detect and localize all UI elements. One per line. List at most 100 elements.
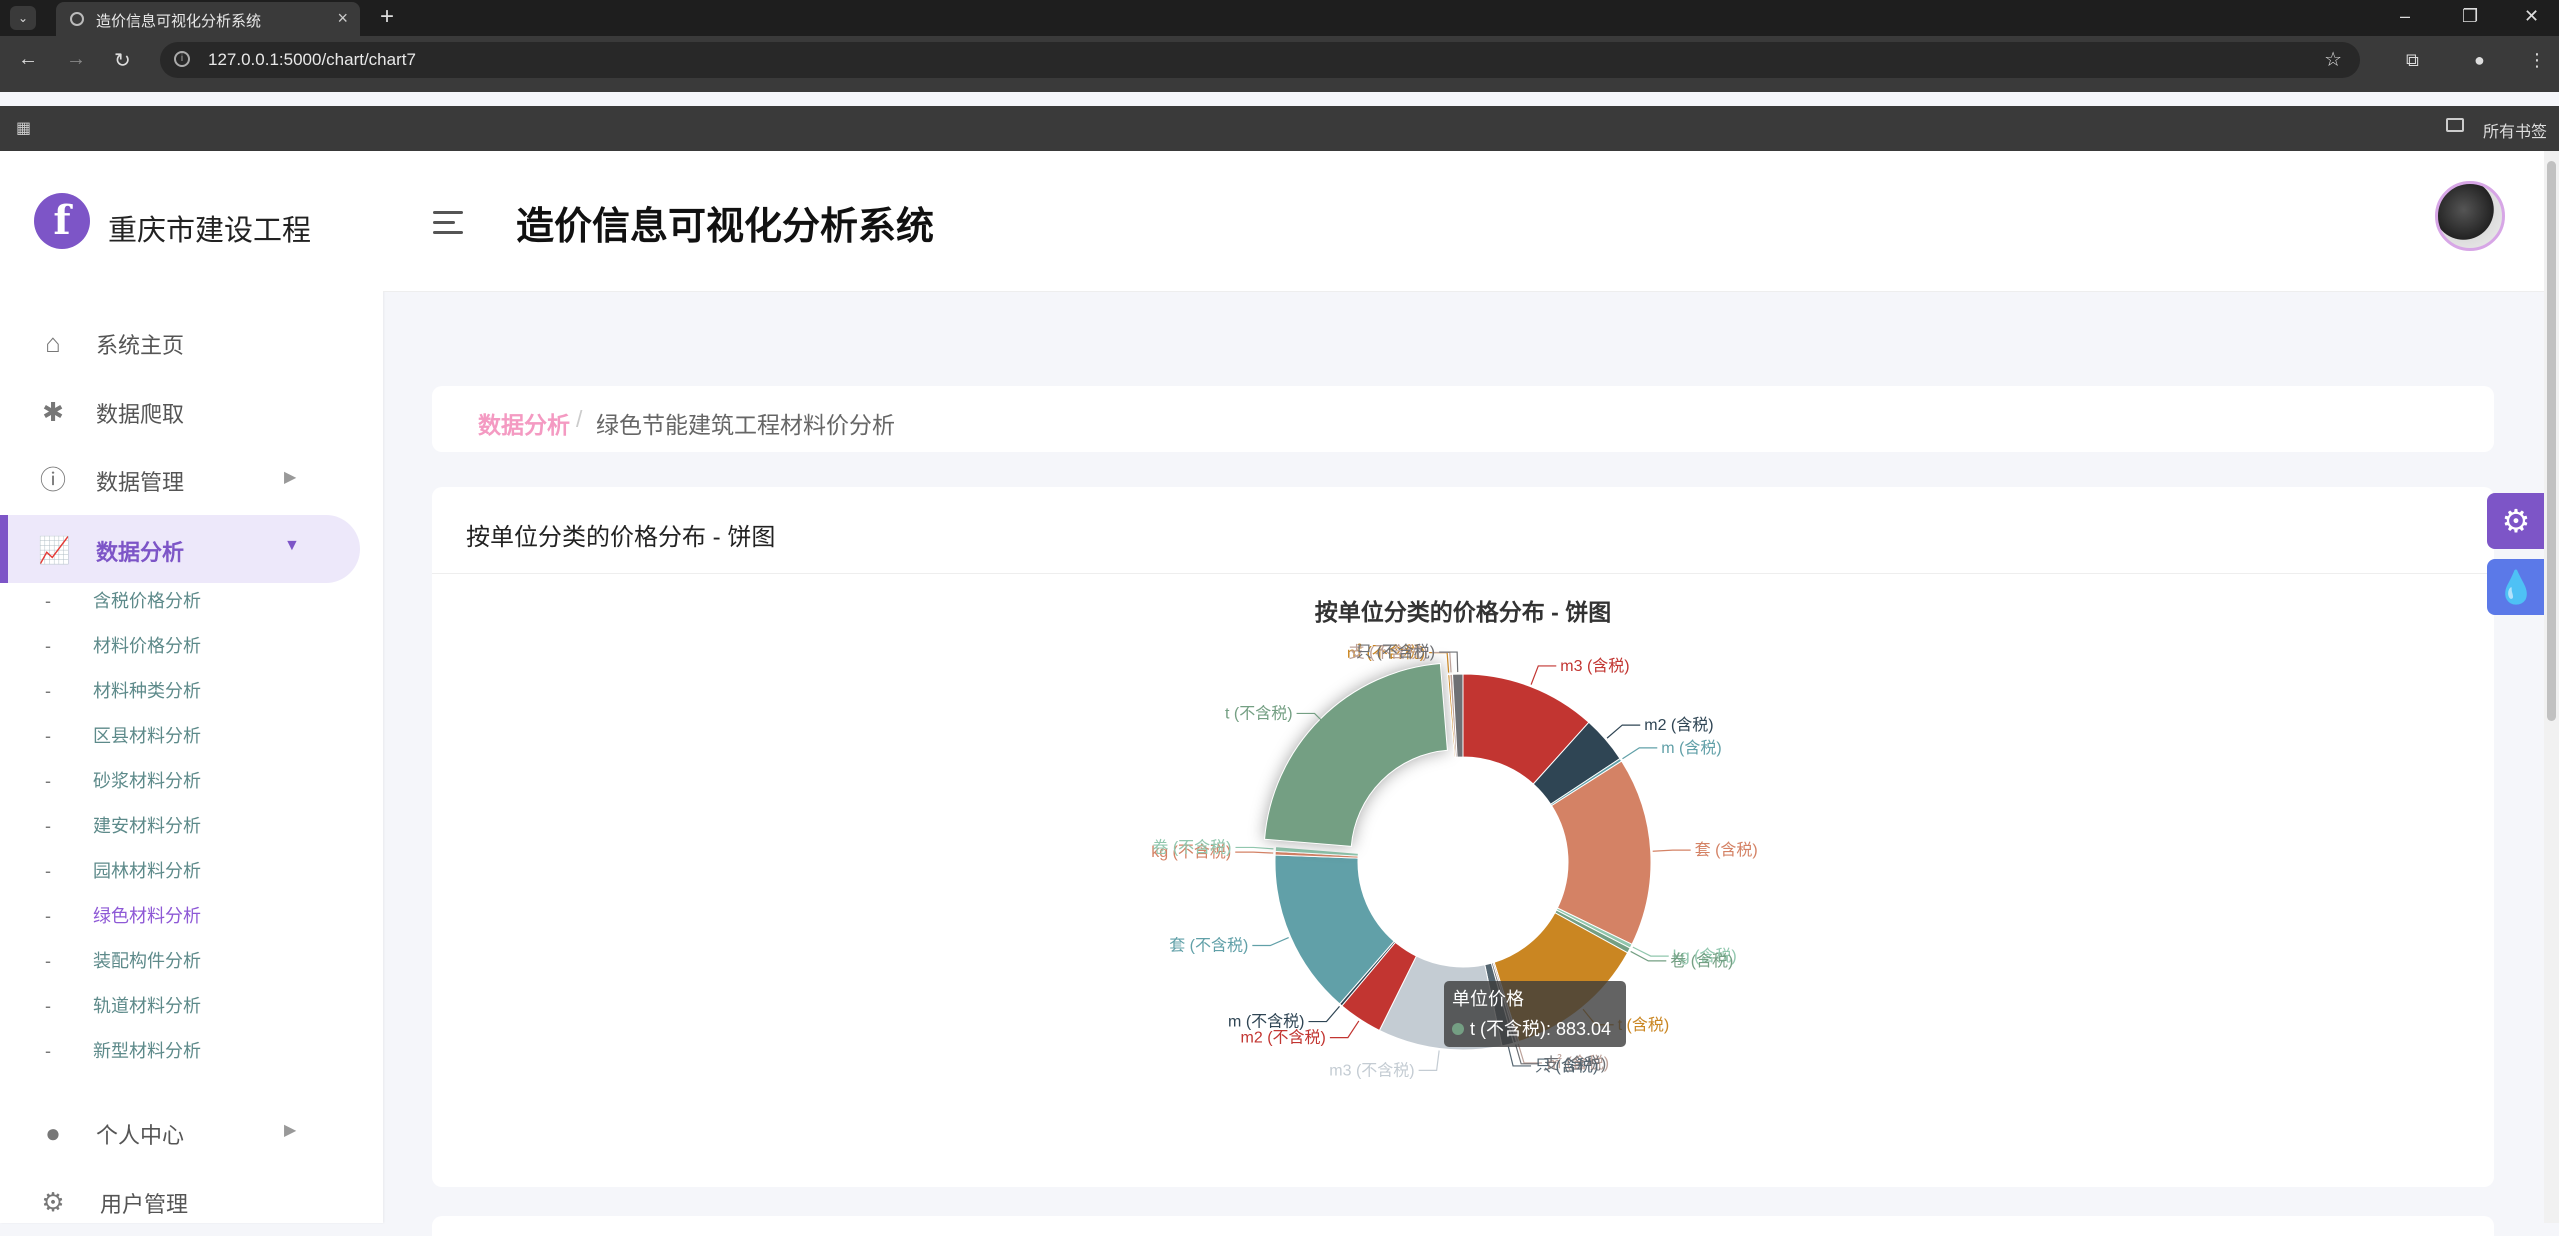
slice-label: m (含税) <box>1661 739 1721 757</box>
apps-grid-icon[interactable]: ▦ <box>16 118 31 138</box>
slice-label: m2 (含税) <box>1644 716 1713 734</box>
sub-nav-item[interactable]: - 园林材料分析 <box>45 857 201 887</box>
sub-nav-dash: - <box>45 861 51 881</box>
new-tab-icon[interactable]: + <box>380 3 394 31</box>
page-title: 造价信息可视化分析系统 <box>516 206 935 248</box>
nav-item-home[interactable]: ⌂ 系统主页 <box>0 308 360 376</box>
close-tab-icon[interactable]: × <box>337 8 348 29</box>
top-header: 造价信息可视化分析系统 <box>383 151 2559 292</box>
minimize-icon[interactable]: – <box>2400 6 2410 27</box>
tab-search-icon[interactable]: ⌄ <box>10 6 36 30</box>
label-leader-line <box>1530 665 1557 685</box>
nav-label: 用户管理 <box>100 1192 189 1217</box>
slice-label: 只 (不含税) <box>1356 643 1435 661</box>
nav-label: 系统主页 <box>96 333 185 358</box>
sub-nav-item[interactable]: - 材料种类分析 <box>45 677 201 707</box>
sub-nav-item[interactable]: - 装配构件分析 <box>45 947 201 977</box>
sub-nav-item[interactable]: - 含税价格分析 <box>45 587 201 617</box>
sub-nav-label: 轨道材料分析 <box>93 996 201 1016</box>
nav-label: 数据管理 <box>96 470 185 495</box>
site-info-icon[interactable]: i <box>174 51 190 67</box>
avatar[interactable] <box>2435 181 2505 251</box>
sub-nav-item[interactable]: - 材料价格分析 <box>45 632 201 662</box>
forward-icon[interactable]: → <box>66 48 86 71</box>
nav-item-data-management[interactable]: ⓘ 数据管理 ▶ <box>0 445 360 513</box>
address-url[interactable]: 127.0.0.1:5000/chart/chart7 <box>208 50 416 70</box>
slice-label: m (不含税) <box>1228 1013 1304 1031</box>
app-page: f 重庆市建设工程 ⌂ 系统主页 ✱ 数据爬取 ⓘ 数据管理 ▶ 📈 数据分析 … <box>0 151 2559 1236</box>
close-window-icon[interactable]: ✕ <box>2524 6 2539 27</box>
label-leader-line <box>1252 936 1289 947</box>
chart-title: 按单位分类的价格分布 - 饼图 <box>1315 599 1611 625</box>
slice-label: 套 (不含税) <box>1169 936 1248 954</box>
nav-label: 个人中心 <box>96 1123 185 1148</box>
pie-chart[interactable]: 按单位分类的价格分布 - 饼图 m3 (含税) m2 (含税) m (含税) 套 (含税… <box>432 487 2494 1187</box>
slice-label: 卷 (含税) <box>1670 952 1733 970</box>
profile-icon[interactable]: ● <box>2474 50 2485 71</box>
nav-item-profile[interactable]: ● 个人中心 ▶ <box>0 1098 360 1166</box>
sub-nav-item[interactable]: - 砂浆材料分析 <box>45 767 201 797</box>
page-scrollbar[interactable] <box>2544 151 2559 1223</box>
bookmarks-bar: ▦ 所有书签 <box>0 106 2559 151</box>
sidebar: f 重庆市建设工程 ⌂ 系统主页 ✱ 数据爬取 ⓘ 数据管理 ▶ 📈 数据分析 … <box>0 151 383 1223</box>
sub-nav-label: 砂浆材料分析 <box>93 771 201 791</box>
browser-tab[interactable]: 造价信息可视化分析系统 × <box>56 2 360 36</box>
address-bar[interactable]: i 127.0.0.1:5000/chart/chart7 ☆ <box>160 42 2360 78</box>
nav-item-crawl[interactable]: ✱ 数据爬取 <box>0 377 360 445</box>
sub-nav-dash: - <box>45 906 51 926</box>
sub-nav-label: 园林材料分析 <box>93 861 201 881</box>
sub-nav-label: 材料种类分析 <box>93 681 201 701</box>
home-icon: ⌂ <box>45 328 61 358</box>
sub-nav-label: 新型材料分析 <box>93 1041 201 1061</box>
brand-name: 重庆市建设工程 <box>108 215 312 247</box>
slice-label: m2 (不含税) <box>1241 1029 1326 1047</box>
sub-nav-label: 含税价格分析 <box>93 591 201 611</box>
all-bookmarks-link[interactable]: 所有书签 <box>2483 118 2547 142</box>
browser-tab-title: 造价信息可视化分析系统 <box>96 13 262 30</box>
sub-nav-dash: - <box>45 591 51 611</box>
slice-label: 卷 (不含税) <box>1152 838 1231 856</box>
user-icon: ● <box>45 1118 61 1148</box>
reload-icon[interactable]: ↻ <box>114 48 131 73</box>
next-card <box>432 1216 2494 1236</box>
sub-nav-item[interactable]: - 绿色材料分析 <box>45 902 201 932</box>
info-icon: ⓘ <box>39 465 66 495</box>
bookmark-star-icon[interactable]: ☆ <box>2324 47 2342 72</box>
slice-label: t (不含税) <box>1225 704 1293 722</box>
extensions-icon[interactable]: ⧉ <box>2406 50 2419 71</box>
label-leader-line <box>1308 1005 1340 1023</box>
sub-nav-item[interactable]: - 新型材料分析 <box>45 1037 201 1067</box>
folder-icon <box>2446 118 2464 132</box>
sub-nav-dash: - <box>45 681 51 701</box>
hamburger-menu-icon[interactable] <box>433 211 463 235</box>
breadcrumb-root-link[interactable]: 数据分析 <box>478 406 570 440</box>
nav-item-user-management[interactable]: ⚙ 用户管理 <box>0 1167 360 1235</box>
nav-item-data-analysis[interactable]: 📈 数据分析 ▼ <box>0 515 360 583</box>
label-leader-line <box>1622 747 1658 760</box>
chart-icon: 📈 <box>38 535 71 565</box>
label-leader-line <box>1418 1050 1440 1071</box>
sub-nav-label: 区县材料分析 <box>93 726 201 746</box>
label-leader-line <box>1632 946 1669 957</box>
sub-nav-label: 材料价格分析 <box>93 636 201 656</box>
restore-icon[interactable]: ❐ <box>2462 6 2478 27</box>
back-icon[interactable]: ← <box>18 48 38 71</box>
sub-nav-dash: - <box>45 771 51 791</box>
sub-nav-item[interactable]: - 轨道材料分析 <box>45 992 201 1022</box>
settings-gear-icon[interactable]: ⚙ <box>2487 493 2545 549</box>
breadcrumb: 数据分析 / 绿色节能建筑工程材料价分析 <box>432 386 2494 452</box>
breadcrumb-separator: / <box>576 406 583 432</box>
menu-kebab-icon[interactable]: ⋮ <box>2528 50 2546 71</box>
sub-nav-dash: - <box>45 996 51 1016</box>
sub-nav-item[interactable]: - 区县材料分析 <box>45 722 201 752</box>
sub-nav-label: 绿色材料分析 <box>93 906 201 926</box>
label-leader-line <box>1329 1020 1360 1039</box>
sub-nav-item[interactable]: - 建安材料分析 <box>45 812 201 842</box>
scrollbar-thumb[interactable] <box>2547 161 2556 721</box>
user-gear-icon: ⚙ <box>41 1187 65 1217</box>
breadcrumb-current: 绿色节能建筑工程材料价分析 <box>596 412 895 438</box>
pie-slice[interactable] <box>1264 663 1448 847</box>
tooltip-marker <box>1452 1023 1464 1035</box>
theme-drop-icon[interactable]: 💧 <box>2487 559 2545 615</box>
brand-logo-icon: f <box>34 193 90 249</box>
